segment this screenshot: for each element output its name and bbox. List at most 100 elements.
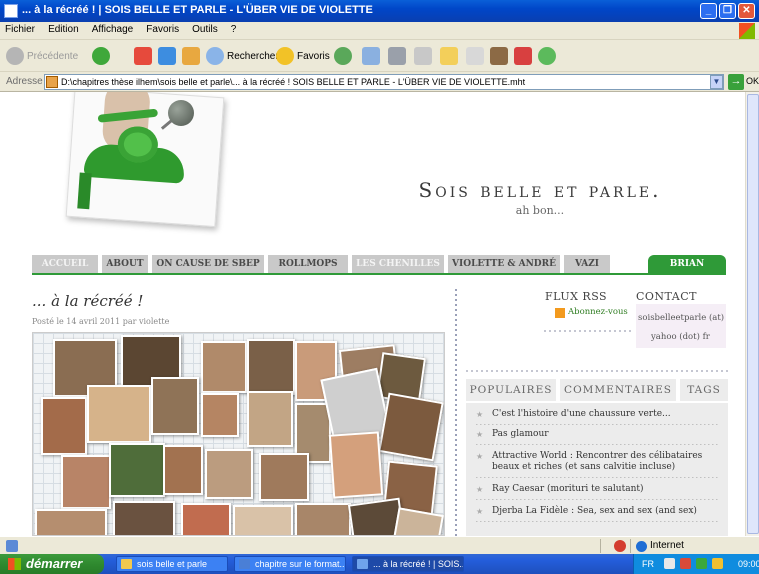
- list-item[interactable]: ★ Djerba La Fidèle : Sea, sex and sex (a…: [476, 506, 721, 517]
- taskbar-item-word[interactable]: chapitre sur le format...: [234, 556, 346, 572]
- collage-photo: [87, 385, 151, 443]
- collage-photo: [201, 341, 247, 393]
- messenger-icon: [514, 47, 532, 65]
- menu-fichier[interactable]: Fichier: [0, 22, 40, 37]
- taskbar-item-browser[interactable]: ... à la récréé ! | SOIS...: [352, 556, 464, 572]
- tray-app-icon[interactable]: [712, 558, 723, 569]
- tab-commentaires[interactable]: COMMENTAIRES: [560, 379, 676, 401]
- minimize-button[interactable]: _: [700, 3, 717, 19]
- collage-photo: [205, 449, 253, 499]
- list-separator: [476, 444, 718, 445]
- history-button[interactable]: [334, 46, 352, 66]
- photo-collage-image: [32, 332, 445, 536]
- pushpin-icon: [168, 100, 194, 126]
- clock[interactable]: 09:00: [738, 559, 759, 569]
- nav-accueil[interactable]: ACCUEIL: [32, 255, 98, 273]
- list-item[interactable]: ★ Attractive World : Rencontrer des céli…: [476, 451, 721, 473]
- collage-photo: [35, 509, 107, 535]
- tab-tags[interactable]: TAGS: [680, 379, 728, 401]
- menu-outils[interactable]: Outils: [187, 22, 223, 37]
- window-title-bar[interactable]: ... à la récréé ! | SOIS BELLE ET PARLE …: [0, 0, 759, 22]
- star-icon: ★: [476, 410, 484, 419]
- windows-flag-icon: [8, 558, 21, 570]
- address-bar: Adresse D:\chapitres thèse ilhem\sois be…: [0, 72, 759, 92]
- collage-photo: [61, 455, 111, 509]
- home-button[interactable]: [182, 46, 200, 66]
- collage-photo: [295, 503, 351, 535]
- nav-about[interactable]: ABOUT: [102, 255, 148, 273]
- post-title[interactable]: ... à la récréé !: [32, 292, 143, 310]
- print-button[interactable]: [388, 46, 406, 66]
- windows-logo-icon: [739, 23, 755, 39]
- tab-populaires[interactable]: POPULAIRES: [466, 379, 556, 401]
- ie-icon: [357, 559, 368, 569]
- header-shoe-image: [65, 92, 225, 228]
- word-document-icon: [239, 559, 250, 569]
- nav-underline: [32, 273, 726, 275]
- go-arrow-icon[interactable]: →: [728, 74, 744, 90]
- nav-violette-andre[interactable]: VIOLETTE & ANDRÉ: [448, 255, 560, 273]
- status-separator: [630, 539, 631, 553]
- people-button[interactable]: [538, 46, 556, 66]
- tray-security-icon[interactable]: [680, 558, 691, 569]
- vertical-scrollbar[interactable]: [745, 92, 759, 536]
- back-button[interactable]: Précédente: [6, 46, 78, 66]
- contact-email-line-1: soisbelleetparle (at): [638, 313, 725, 323]
- list-item[interactable]: ★ C'est l'histoire d'une chaussure verte…: [476, 409, 721, 420]
- close-button[interactable]: ✕: [738, 3, 755, 19]
- mail-button[interactable]: [362, 46, 380, 66]
- language-indicator[interactable]: FR: [642, 559, 654, 569]
- nav-rollmops[interactable]: ROLLMOPS: [268, 255, 348, 273]
- back-arrow-icon: [6, 47, 24, 65]
- forward-button[interactable]: [92, 46, 110, 66]
- internet-zone-icon: [636, 541, 647, 552]
- rss-divider: [544, 330, 632, 332]
- maximize-button[interactable]: ❐: [719, 3, 736, 19]
- address-input[interactable]: D:\chapitres thèse ilhem\sois belle et p…: [44, 74, 724, 90]
- toolbar: Précédente Rechercher Favoris: [0, 40, 759, 72]
- menu-favoris[interactable]: Favoris: [141, 22, 184, 37]
- menu-help[interactable]: ?: [226, 22, 242, 37]
- collage-photo: [113, 501, 175, 535]
- folder-button[interactable]: [440, 46, 458, 66]
- rss-subscribe-link[interactable]: Abonnez-vous: [568, 307, 628, 317]
- folder-icon: [440, 47, 458, 65]
- security-icon: [614, 540, 626, 552]
- nav-on-cause-de-sbep[interactable]: ON CAUSE DE SBEP: [152, 255, 264, 273]
- people-icon: [538, 47, 556, 65]
- site-title[interactable]: Sois belle et parle.: [380, 178, 700, 202]
- list-item[interactable]: ★ Ray Caesar (morituri te salutant): [476, 484, 721, 495]
- tray-network-icon[interactable]: [696, 558, 707, 569]
- messenger-button[interactable]: [514, 46, 532, 66]
- nav-brian[interactable]: BRIAN: [648, 255, 726, 273]
- page-viewport[interactable]: Sois belle et parle. ah bon... ACCUEIL A…: [0, 92, 759, 536]
- research-icon: [490, 47, 508, 65]
- list-item[interactable]: ★ Pas glamour: [476, 429, 721, 440]
- scrollbar-thumb[interactable]: [747, 94, 759, 534]
- stop-icon: [134, 47, 152, 65]
- taskbar-item-folder[interactable]: sois belle et parle: [116, 556, 228, 572]
- k-button[interactable]: [466, 46, 484, 66]
- address-dropdown-icon[interactable]: ▼: [710, 75, 723, 89]
- menu-edition[interactable]: Edition: [43, 22, 84, 37]
- research-button[interactable]: [490, 46, 508, 66]
- edit-icon: [414, 47, 432, 65]
- edit-button[interactable]: [414, 46, 432, 66]
- star-icon: ★: [476, 485, 484, 494]
- nav-les-chenilles[interactable]: LES CHENILLES: [352, 255, 444, 273]
- collage-photo: [163, 445, 203, 495]
- menu-affichage[interactable]: Affichage: [87, 22, 139, 37]
- favorites-button[interactable]: Favoris: [276, 46, 330, 66]
- collage-photo: [233, 505, 293, 535]
- site-subtitle: ah bon...: [515, 204, 565, 217]
- stop-button[interactable]: [134, 46, 152, 66]
- star-icon: ★: [476, 507, 484, 516]
- go-label[interactable]: OK: [746, 76, 759, 86]
- collage-photo: [247, 339, 295, 395]
- tray-back-icon[interactable]: [664, 558, 675, 569]
- refresh-button[interactable]: [158, 46, 176, 66]
- search-button[interactable]: Rechercher: [206, 46, 279, 66]
- nav-vazi[interactable]: VAZI: [564, 255, 610, 273]
- start-button[interactable]: démarrer: [0, 554, 104, 574]
- ie-app-icon: [4, 4, 18, 18]
